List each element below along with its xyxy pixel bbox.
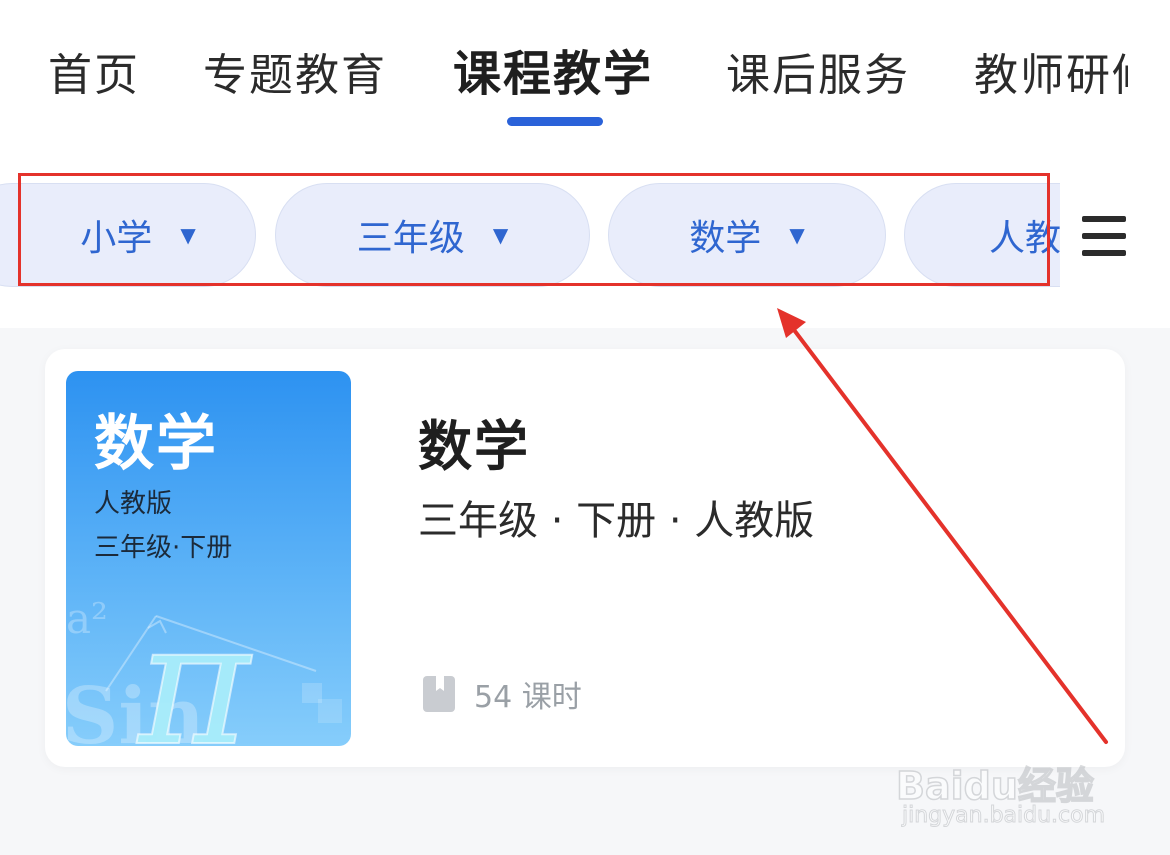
- filter-chip-edition[interactable]: 人教版: [904, 183, 1060, 287]
- watermark-url: jingyan.baidu.com: [901, 803, 1106, 829]
- course-cover-image[interactable]: a² Sin π 数学 人教版 三年级·下册: [66, 371, 351, 746]
- filter-chip-stage[interactable]: 小学 ▼: [0, 183, 256, 287]
- svg-text:π: π: [136, 586, 253, 746]
- lesson-count: 54 课时: [422, 674, 582, 715]
- filter-chip-grade-label: 三年级: [356, 218, 465, 259]
- tab-teacher-training[interactable]: 教师研修: [974, 44, 1128, 108]
- lesson-count-text: 54 课时: [474, 680, 582, 715]
- filter-chip-stage-label: 小学: [80, 218, 153, 259]
- cover-title: 数学: [94, 409, 218, 479]
- cover-edition: 人教版: [94, 489, 173, 519]
- filter-chip-row: 小学 ▼ 三年级 ▼ 数学 ▼ 人教版: [0, 170, 1060, 300]
- caret-down-icon: ▼: [492, 223, 509, 247]
- filter-chip-subject-label: 数学: [689, 218, 762, 259]
- tab-home[interactable]: 首页: [48, 44, 140, 108]
- course-title[interactable]: 数学: [418, 402, 530, 481]
- filter-chip-subject[interactable]: 数学 ▼: [608, 183, 886, 287]
- active-tab-indicator: [507, 117, 603, 126]
- tab-special-education[interactable]: 专题教育: [203, 44, 387, 108]
- filter-chip-edition-label: 人教版: [989, 218, 1060, 259]
- course-subtitle: 三年级 · 下册 · 人教版: [418, 498, 815, 544]
- caret-down-icon: ▼: [180, 223, 196, 247]
- menu-icon[interactable]: [1082, 216, 1126, 256]
- cover-grade: 三年级·下册: [94, 533, 233, 563]
- filter-chip-grade[interactable]: 三年级 ▼: [275, 183, 590, 287]
- caret-down-icon: ▼: [789, 223, 805, 247]
- watermark-brand: Baidu经验: [895, 763, 1094, 809]
- tab-after-school[interactable]: 课后服务: [726, 44, 910, 108]
- svg-text:a²: a²: [66, 594, 108, 643]
- book-icon: [423, 676, 455, 712]
- tab-course-teaching[interactable]: 课程教学: [453, 42, 653, 106]
- baidu-watermark: Baidu经验 jingyan.baidu.com: [895, 755, 1116, 835]
